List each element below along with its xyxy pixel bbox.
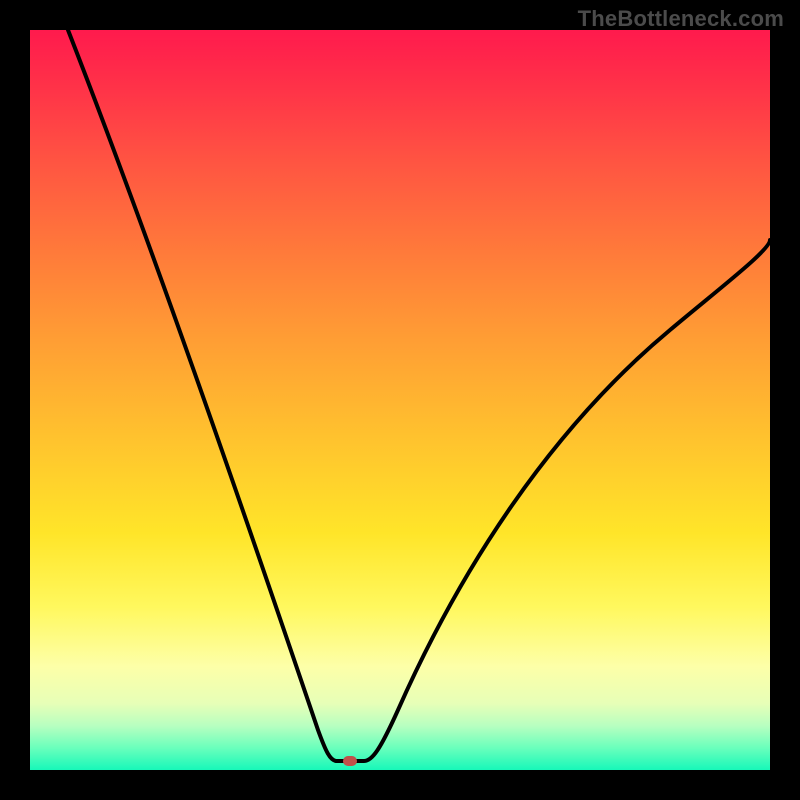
optimal-point-marker — [343, 756, 357, 766]
plot-area — [30, 30, 770, 770]
watermark-text: TheBottleneck.com — [578, 6, 784, 32]
bottleneck-curve — [30, 30, 770, 770]
curve-path — [68, 30, 770, 761]
chart-frame: TheBottleneck.com — [0, 0, 800, 800]
